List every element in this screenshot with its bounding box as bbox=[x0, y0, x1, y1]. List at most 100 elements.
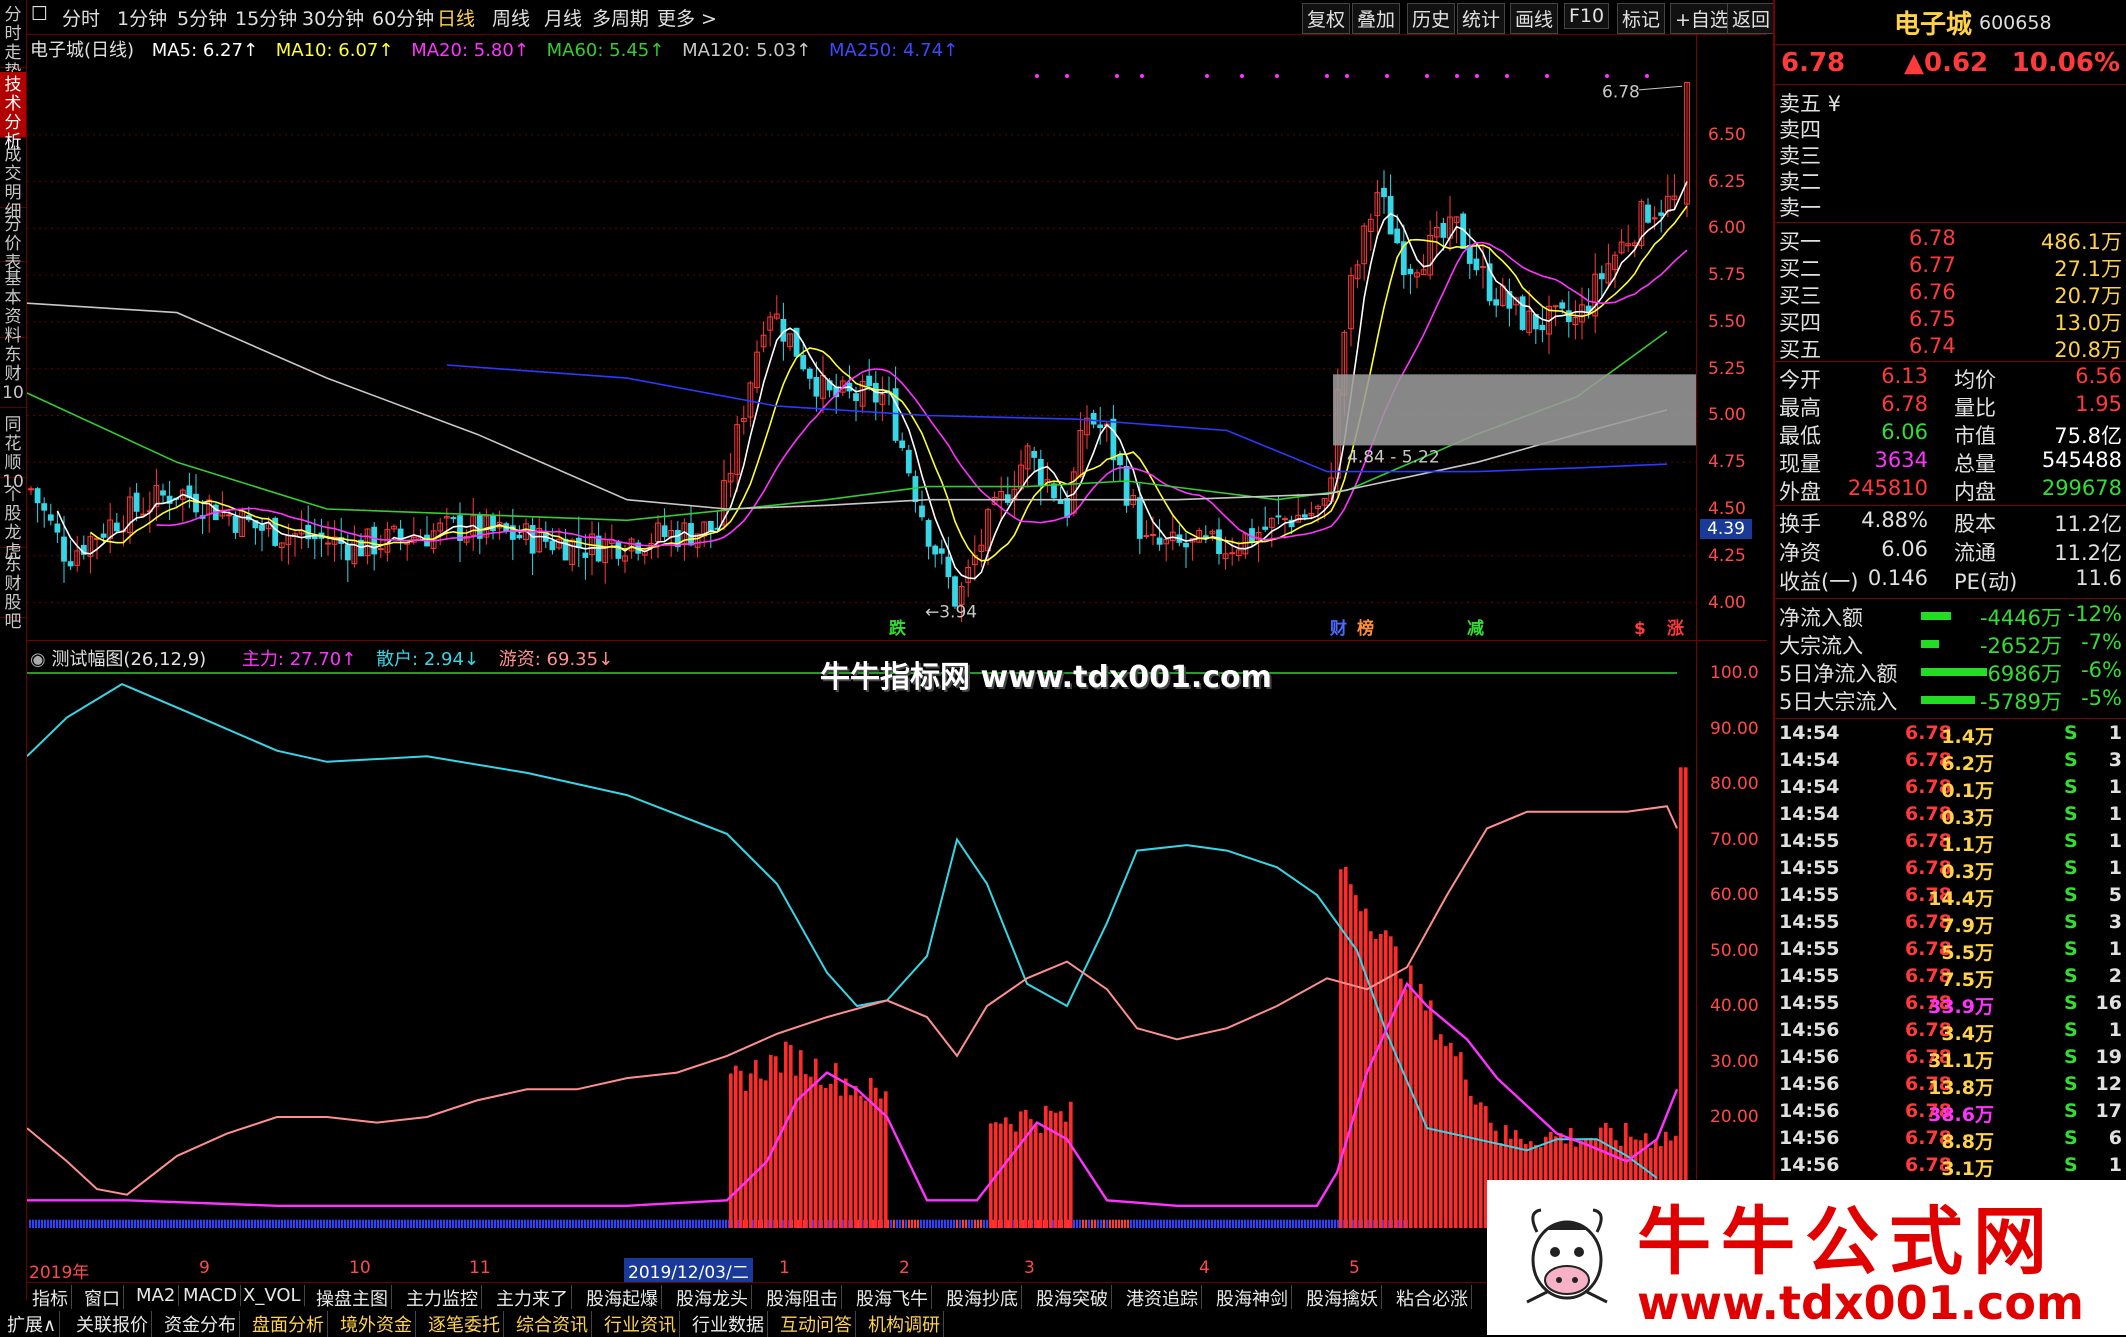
tool-5[interactable]: F10 bbox=[1564, 3, 1610, 29]
period-1[interactable]: 1分钟 bbox=[117, 4, 167, 31]
base-bar bbox=[119, 1219, 121, 1228]
tool-7[interactable]: +自选 bbox=[1670, 3, 1734, 34]
period-10[interactable]: 更多 > bbox=[657, 4, 717, 31]
info-tab-4[interactable]: 境外资金 bbox=[337, 1311, 416, 1337]
left-tab-8[interactable]: 东财股吧 bbox=[0, 552, 26, 632]
candle-body bbox=[1394, 228, 1401, 244]
period-0[interactable]: 分时 bbox=[62, 4, 100, 31]
info-tab-1[interactable]: 关联报价 bbox=[73, 1311, 152, 1337]
left-tab-6[interactable]: 同花顺10 bbox=[0, 412, 26, 492]
indicator-tab-1[interactable]: 窗口 bbox=[81, 1285, 124, 1311]
base-bar bbox=[1193, 1219, 1195, 1228]
indicator-tab-4[interactable]: X_VOL bbox=[240, 1285, 305, 1306]
zhuli-bar bbox=[1394, 946, 1398, 1228]
zhuli-bar bbox=[799, 1050, 803, 1228]
base-bar bbox=[959, 1219, 961, 1228]
info-tab-6[interactable]: 综合资讯 bbox=[513, 1311, 592, 1337]
tool-1[interactable]: 叠加 bbox=[1352, 3, 1401, 34]
info-tab-2[interactable]: 资金分布 bbox=[161, 1311, 240, 1337]
left-tab-5[interactable]: 东财10 bbox=[0, 342, 26, 408]
indicator-tab-6[interactable]: 主力监控 bbox=[403, 1285, 482, 1311]
buy-level-4[interactable]: 买五 6.74 20.8万 bbox=[1779, 334, 2124, 362]
candle-body bbox=[800, 355, 807, 370]
indicator-tab-17[interactable]: 粘合必涨 bbox=[1393, 1285, 1472, 1311]
info-tab-10[interactable]: 机构调研 bbox=[865, 1311, 944, 1337]
buy-level-3[interactable]: 买四 6.75 13.0万 bbox=[1779, 307, 2124, 335]
indicator-tab-15[interactable]: 股海神剑 bbox=[1213, 1285, 1292, 1311]
tick-time: 14:56 bbox=[1779, 1019, 1840, 1041]
left-tab-4[interactable]: 基本资料 bbox=[0, 266, 26, 346]
period-7[interactable]: 周线 bbox=[492, 4, 530, 31]
base-bar bbox=[572, 1219, 574, 1228]
info-tab-7[interactable]: 行业资讯 bbox=[601, 1311, 680, 1337]
indicator-tab-2[interactable]: MA2 bbox=[133, 1285, 180, 1306]
period-3[interactable]: 15分钟 bbox=[235, 4, 297, 31]
candle-body bbox=[615, 542, 622, 559]
indicator-tab-9[interactable]: 股海龙头 bbox=[673, 1285, 752, 1311]
time-tick-7: 3 bbox=[1024, 1258, 1035, 1278]
info-tab-8[interactable]: 行业数据 bbox=[689, 1311, 768, 1337]
indicator-tab-10[interactable]: 股海阻击 bbox=[763, 1285, 842, 1311]
zhuli-bar bbox=[809, 1076, 813, 1228]
indicator-tab-11[interactable]: 股海飞牛 bbox=[853, 1285, 932, 1311]
tool-4[interactable]: 画线 bbox=[1510, 3, 1559, 34]
info-tab-9[interactable]: 互动问答 bbox=[777, 1311, 856, 1337]
sell-level-4[interactable]: 卖一 bbox=[1779, 192, 2124, 220]
sell-level-2[interactable]: 卖三 bbox=[1779, 140, 2124, 168]
window-menu-icon[interactable]: ☐ bbox=[31, 3, 48, 25]
base-bar bbox=[443, 1219, 445, 1228]
base-bar bbox=[638, 1219, 640, 1228]
indicator-tab-5[interactable]: 操盘主图 bbox=[313, 1285, 392, 1311]
signal-dot bbox=[1140, 74, 1144, 78]
candlestick-chart[interactable]: 4.84 - 5.22 6.78 ←3.94 跌 财榜 减 $ 涨 bbox=[27, 60, 1696, 640]
period-8[interactable]: 月线 bbox=[544, 4, 582, 31]
base-bar bbox=[179, 1219, 181, 1228]
buy-volume: 20.8万 bbox=[2054, 338, 2122, 362]
sell-level-3[interactable]: 卖二 bbox=[1779, 166, 2124, 194]
period-2[interactable]: 5分钟 bbox=[177, 4, 227, 31]
left-tab-1[interactable]: 技术分析 bbox=[0, 72, 26, 152]
indicator-tab-0[interactable]: 指标 bbox=[29, 1285, 72, 1311]
period-6[interactable]: 日线 bbox=[437, 4, 475, 31]
base-bar bbox=[374, 1219, 376, 1228]
period-5[interactable]: 60分钟 bbox=[372, 4, 434, 31]
indicator-tab-12[interactable]: 股海抄底 bbox=[943, 1285, 1022, 1311]
ad-banner[interactable]: 牛牛公式网 www.tdx001.com bbox=[1487, 1180, 2126, 1335]
indicator-tab-3[interactable]: MACD bbox=[180, 1285, 241, 1306]
indicator-tab-16[interactable]: 股海擒妖 bbox=[1303, 1285, 1382, 1311]
left-tab-0[interactable]: 分时走势 bbox=[0, 2, 26, 82]
left-tab-2[interactable]: 成交明细 bbox=[0, 142, 26, 222]
signal-dot bbox=[1205, 74, 1209, 78]
zhuli-bar bbox=[879, 1098, 883, 1228]
base-bar bbox=[41, 1219, 43, 1228]
info-tab-5[interactable]: 逐笔委托 bbox=[425, 1311, 504, 1337]
zhuli-bar bbox=[794, 1075, 798, 1228]
tool-2[interactable]: 历史 bbox=[1407, 3, 1456, 34]
base-bar bbox=[1214, 1219, 1216, 1228]
indicator-tab-7[interactable]: 主力来了 bbox=[493, 1285, 572, 1311]
period-9[interactable]: 多周期 bbox=[592, 4, 649, 31]
sell-level-1[interactable]: 卖四 bbox=[1779, 114, 2124, 142]
left-tab-3[interactable]: 分价表 bbox=[0, 212, 26, 273]
base-bar bbox=[509, 1219, 511, 1228]
sell-level-0[interactable]: 卖五 ¥ bbox=[1779, 88, 2124, 116]
indicator-tab-14[interactable]: 港资追踪 bbox=[1123, 1285, 1202, 1311]
indicator-tab-13[interactable]: 股海突破 bbox=[1033, 1285, 1112, 1311]
info-tab-0[interactable]: 扩展∧ bbox=[4, 1311, 61, 1337]
zhuli-bar bbox=[804, 1074, 808, 1228]
info-tab-3[interactable]: 盘面分析 bbox=[249, 1311, 328, 1337]
base-bar bbox=[614, 1219, 616, 1228]
buy-level-1[interactable]: 买二 6.77 27.1万 bbox=[1779, 253, 2124, 281]
indicator-chart[interactable] bbox=[27, 645, 1696, 1257]
zhuli-bar bbox=[824, 1087, 828, 1228]
period-4[interactable]: 30分钟 bbox=[302, 4, 364, 31]
indicator-tab-8[interactable]: 股海起爆 bbox=[583, 1285, 662, 1311]
tool-6[interactable]: 标记 bbox=[1617, 3, 1666, 34]
buy-level-2[interactable]: 买三 6.76 20.7万 bbox=[1779, 280, 2124, 308]
tool-3[interactable]: 统计 bbox=[1457, 3, 1506, 34]
left-tab-7[interactable]: 个股龙虎 bbox=[0, 482, 26, 562]
tool-8[interactable]: 返回 bbox=[1727, 3, 1776, 34]
candle-body bbox=[1229, 552, 1236, 555]
buy-level-0[interactable]: 买一 6.78 486.1万 bbox=[1779, 226, 2124, 254]
tool-0[interactable]: 复权 bbox=[1302, 3, 1351, 34]
